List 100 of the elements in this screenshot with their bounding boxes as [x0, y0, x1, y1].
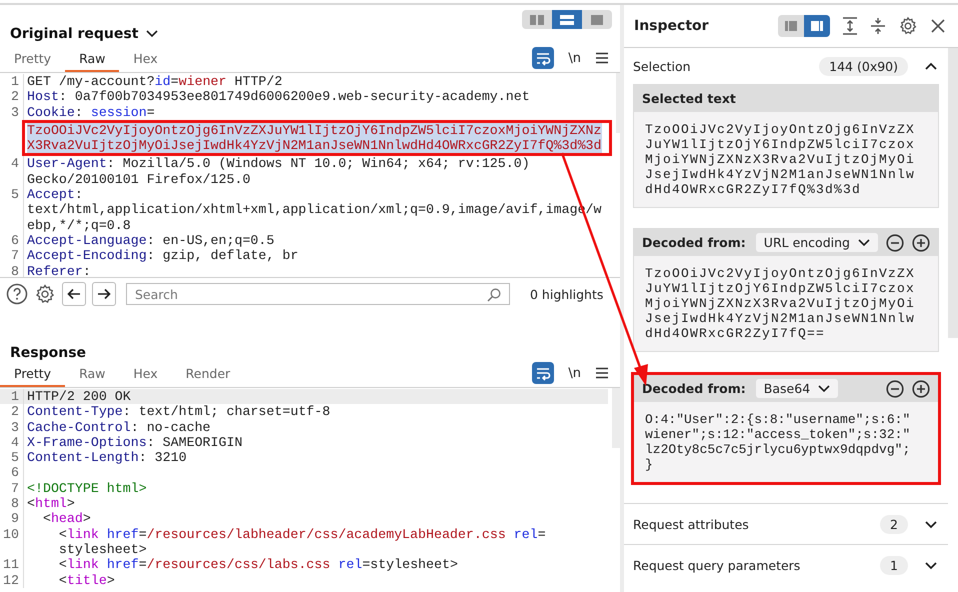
expand-icon[interactable] — [842, 17, 858, 35]
line-number: 4 — [0, 156, 24, 188]
layout-icon — [810, 20, 824, 32]
tab[interactable]: Render — [172, 363, 244, 387]
code-line: <!DOCTYPE html> — [27, 480, 147, 496]
layout-icon — [529, 14, 545, 26]
scrollbar[interactable] — [612, 388, 620, 448]
minus-icon[interactable] — [886, 380, 904, 398]
panel-heading: Selected text — [642, 91, 736, 106]
caret-icon — [858, 238, 870, 246]
code-line: Content-Type: text/html; charset=utf-8 — [27, 404, 330, 420]
settings-icon[interactable] — [34, 283, 56, 305]
code-line: X-Frame-Options: SAMEORIGIN — [27, 434, 242, 450]
line-number: 3 — [0, 104, 24, 156]
chevron-down-icon[interactable] — [146, 30, 158, 38]
panel-title: Original request — [10, 26, 138, 42]
layout-toggle[interactable] — [804, 15, 830, 37]
line-number: 1 — [0, 74, 24, 90]
tab[interactable]: Pretty — [0, 48, 66, 72]
line-number: 10 — [0, 526, 24, 558]
format-dropdown[interactable]: Base64 — [756, 379, 838, 398]
code-line: GET /my-account?id=wiener HTTP/2 — [27, 74, 282, 90]
line-number: 4 — [0, 434, 24, 450]
plus-icon[interactable] — [912, 380, 930, 398]
count-badge: 144 (0x90) — [819, 56, 908, 76]
code-line: Accept: — [27, 187, 84, 202]
code-line: Host: 0a7f00b7034953ee801749d6006200e9.web-security-academy.net — [27, 89, 530, 105]
panel-heading: Decoded from: — [642, 235, 746, 250]
plus-icon[interactable] — [912, 234, 930, 252]
code-line: Accept-Language: en-US,en;q=0.5 — [27, 232, 274, 248]
collapse-icon[interactable] — [870, 17, 886, 35]
search-icon — [487, 288, 501, 302]
line-number: 6 — [0, 232, 24, 248]
line-number: 9 — [0, 511, 24, 527]
search-field[interactable]: Search — [126, 283, 510, 305]
code-line: <link href=/resources/labheader/css/academyLabHeader.css rel= — [58, 526, 546, 542]
code-line: <head> — [42, 511, 91, 527]
menu-icon[interactable] — [595, 367, 609, 379]
chevron-down-icon[interactable] — [924, 518, 938, 530]
inspector-title: Inspector — [634, 18, 709, 34]
section-label: Request attributes — [633, 516, 750, 532]
format-dropdown[interactable]: URL encoding — [756, 233, 878, 252]
code-line: <link href=/resources/css/labs.css rel=stylesheet> — [58, 557, 458, 573]
settings-icon[interactable] — [898, 16, 918, 36]
arrow-right-icon — [97, 288, 111, 300]
line-number: 5 — [0, 187, 24, 233]
line-number: 6 — [0, 465, 24, 481]
decoded-text: O:4:"User":2:{s:8:"username";s:6:"wiener";s:12:"access_token";s:32:"lz2Oty8c5c7c5jrlycu6yptwx9dqpdvg";} — [645, 412, 912, 472]
decoded-text: TzoOOiJVc2VyIjoyOntzOjg6InVzZXJuYW1lIjtzOjY6IndpZW5lciI7czoxMjoiYWNjZXNzX3Rva2VuIjtzOjMyOiJsejIwdHk4YzVjN2M1anJseWN1NnlwdHd4OWRxcGR2ZyI7fQ%3d%3d — [645, 122, 916, 197]
code-line: Cache-Control: no-cache — [27, 420, 211, 435]
line-number: 8 — [0, 264, 24, 277]
line-number: 12 — [0, 572, 24, 588]
code-line: stylesheet> — [58, 542, 148, 558]
tab[interactable]: Raw — [65, 363, 120, 387]
code-editor[interactable] — [0, 73, 620, 278]
layout-toggle[interactable] — [552, 10, 582, 29]
code-line: HTTP/2 200 OK — [27, 389, 131, 404]
layout-icon — [589, 14, 605, 26]
section-label: Selection — [633, 58, 692, 74]
forward-button[interactable] — [92, 282, 116, 306]
newline-toggle[interactable]: \n — [568, 366, 581, 380]
line-number: 7 — [0, 248, 24, 264]
code-line: Accept-Encoding: gzip, deflate, br — [27, 248, 298, 264]
wrap-lines-icon[interactable] — [532, 362, 554, 384]
code-line: <title> — [58, 572, 115, 588]
line-number: 11 — [0, 557, 24, 573]
line-number: 1 — [0, 389, 24, 404]
panel-heading: Decoded from: — [642, 381, 746, 396]
chevron-down-icon[interactable] — [924, 560, 938, 570]
tab[interactable]: Raw — [65, 48, 120, 72]
newline-toggle[interactable]: \n — [568, 50, 581, 66]
code-line: ebp,*/*;q=0.8 — [27, 218, 132, 233]
highlight-count: 0 highlights — [530, 286, 604, 302]
menu-icon[interactable] — [595, 52, 609, 64]
help-icon[interactable] — [6, 283, 28, 305]
caret-icon — [818, 384, 830, 392]
chevron-up-icon[interactable] — [924, 60, 938, 72]
code-line: User-Agent: Mozilla/5.0 (Windows NT 10.0; Win64; x64; rv:125.0) — [27, 156, 530, 172]
section-label: Request query parameters — [633, 558, 802, 572]
scrollbar[interactable] — [948, 48, 958, 338]
layout-icon — [559, 14, 575, 26]
minus-icon[interactable] — [886, 234, 904, 252]
count-badge: 2 — [880, 514, 908, 534]
code-line: Content-Length: 3210 — [27, 450, 187, 466]
back-button[interactable] — [62, 282, 86, 306]
code-line: Referer: — [27, 264, 91, 277]
tab[interactable]: Hex — [119, 48, 172, 72]
line-number: 2 — [0, 404, 24, 420]
layout-icon — [784, 20, 798, 32]
line-number: 8 — [0, 496, 24, 512]
tab[interactable]: Hex — [119, 363, 172, 387]
tab[interactable]: Pretty — [0, 363, 66, 387]
count-badge: 1 — [880, 556, 908, 574]
arrow-left-icon — [67, 288, 81, 300]
line-number: 5 — [0, 450, 24, 466]
panel-title: Response — [10, 345, 86, 361]
wrap-lines-icon[interactable] — [532, 47, 554, 69]
line-number: 2 — [0, 89, 24, 105]
code-line: Gecko/20100101 Firefox/125.0 — [27, 172, 252, 188]
close-icon[interactable] — [930, 18, 946, 34]
